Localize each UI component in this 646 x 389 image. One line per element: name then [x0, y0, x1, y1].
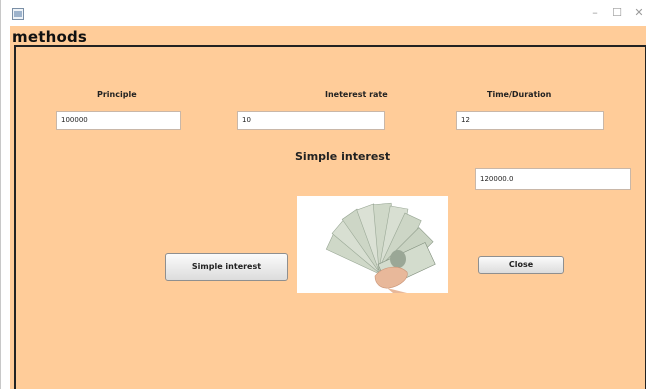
- result-output-field[interactable]: 120000.0: [475, 168, 631, 190]
- title-bar: – ☐ ✕: [1, 0, 646, 26]
- principle-label: Principle: [97, 90, 137, 99]
- time-duration-input[interactable]: 12: [456, 111, 604, 130]
- interest-rate-input[interactable]: 10: [237, 111, 385, 130]
- minimize-button[interactable]: –: [586, 6, 604, 20]
- window-title: methods: [12, 28, 88, 46]
- money-fan-image: [297, 196, 448, 293]
- interest-rate-label: Ineterest rate: [325, 90, 388, 99]
- content-frame: methods Principle 100000 Ineterest rate …: [10, 26, 646, 389]
- close-window-button[interactable]: ✕: [630, 6, 646, 20]
- form-panel: Principle 100000 Ineterest rate 10 Time/…: [14, 45, 646, 389]
- simple-interest-button[interactable]: Simple interest: [165, 253, 288, 281]
- simple-interest-heading: Simple interest: [295, 150, 391, 163]
- close-button[interactable]: Close: [478, 256, 564, 274]
- time-duration-label: Time/Duration: [487, 90, 552, 99]
- principle-input[interactable]: 100000: [56, 111, 181, 130]
- app-window: – ☐ ✕ methods Principle 100000 Ineterest…: [0, 0, 646, 389]
- money-fan-illustration: [297, 196, 448, 293]
- maximize-button[interactable]: ☐: [608, 6, 626, 20]
- java-app-icon: [12, 8, 24, 20]
